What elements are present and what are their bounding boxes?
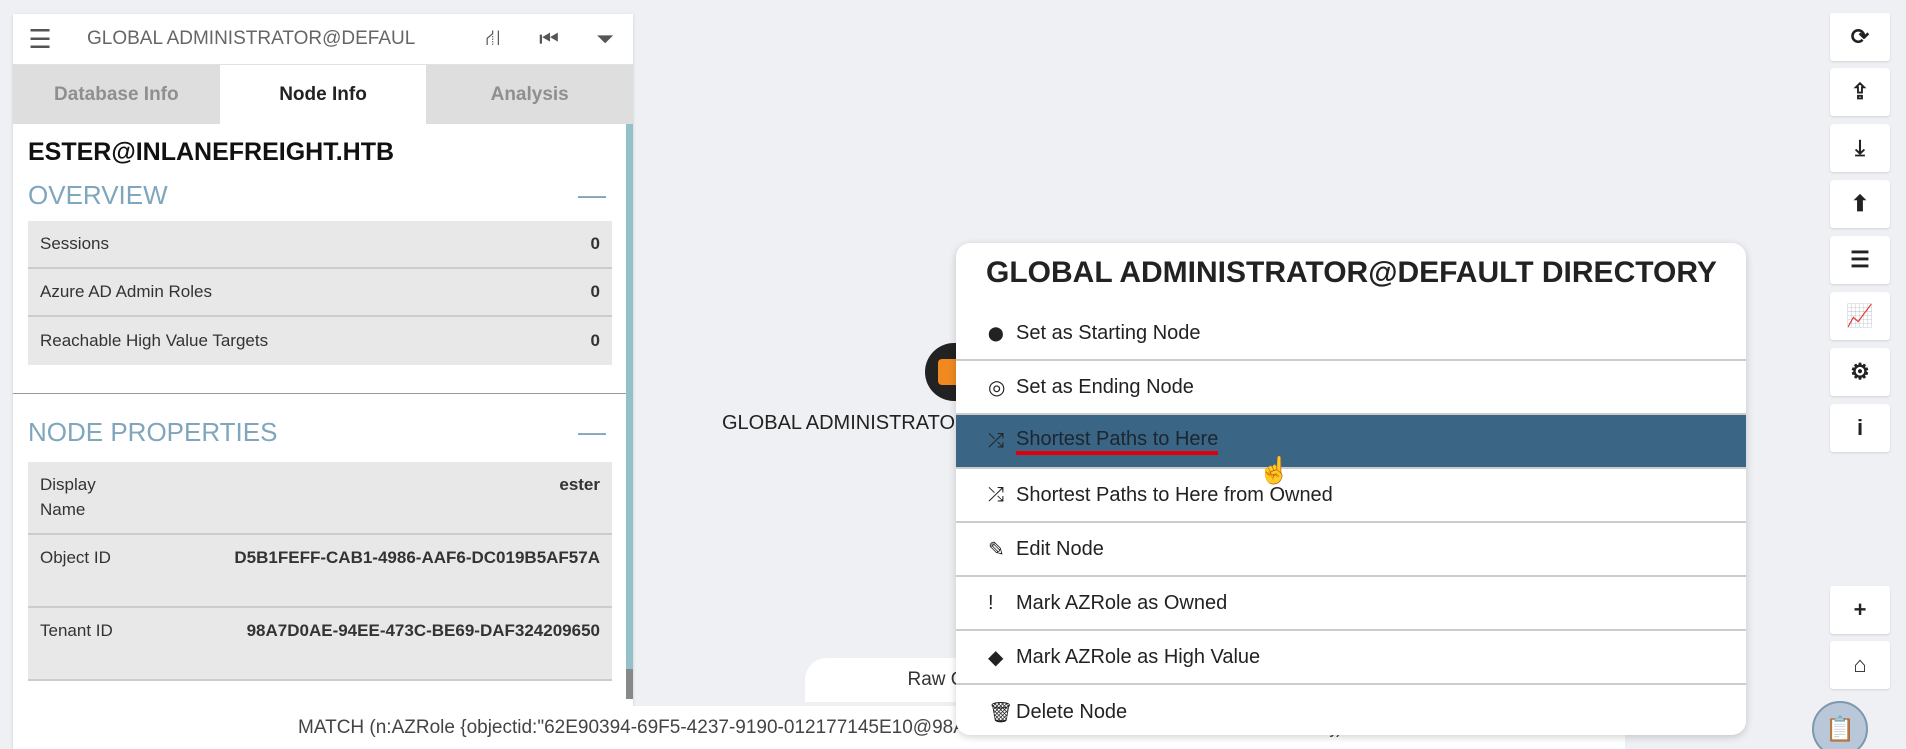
node-info-content: ESTER@INLANEFREIGHT.HTB OVERVIEW — Sessi… xyxy=(13,124,627,749)
menu-item-shortest-paths-to-here[interactable]: ⤮ Shortest Paths to Here xyxy=(956,415,1746,469)
hamburger-icon[interactable]: ☰ xyxy=(13,24,67,55)
node-name: ESTER@INLANEFREIGHT.HTB xyxy=(28,138,395,166)
refresh-icon[interactable]: ⟳ xyxy=(1830,13,1890,61)
gem-icon: ◆ xyxy=(988,646,1004,669)
node-properties-header[interactable]: NODE PROPERTIES — xyxy=(28,412,612,452)
graph-node-label: GLOBAL ADMINISTRATO xyxy=(722,412,956,434)
filter-icon[interactable]: ⏷ xyxy=(577,26,633,52)
menu-item-set-starting-node[interactable]: ⬤ Set as Starting Node xyxy=(956,307,1746,361)
panel-scrollbar[interactable] xyxy=(626,124,633,699)
node-context-menu: GLOBAL ADMINISTRATOR@DEFAULT DIRECTORY ⬤… xyxy=(956,243,1746,735)
download-icon[interactable]: ⤓ xyxy=(1830,124,1890,172)
road-icon[interactable]: ⛙ xyxy=(465,25,521,54)
overview-row-high-value-targets[interactable]: Reachable High Value Targets 0 xyxy=(28,317,612,365)
collapse-icon[interactable]: — xyxy=(578,416,612,448)
upload-icon[interactable]: ⇪ xyxy=(1830,68,1890,116)
property-label: Tenant ID xyxy=(40,621,113,640)
shuffle-icon: ⤮ xyxy=(988,429,1004,452)
property-label: Display Name xyxy=(40,475,96,519)
menu-item-shortest-paths-from-owned[interactable]: ⤮ Shortest Paths to Here from Owned xyxy=(956,469,1746,523)
property-value: 98A7D0AE-94EE-473C-BE69-DAF324209650 xyxy=(246,621,600,640)
property-value: D5B1FEFF-CAB1-4986-AAF6-DC019B5AF57A xyxy=(234,548,600,567)
property-row-object-id: Object ID D5B1FEFF-CAB1-4986-AAF6-DC019B… xyxy=(28,535,612,608)
collapse-icon[interactable]: — xyxy=(578,179,612,211)
map-marker-icon: ⬤ xyxy=(988,324,1004,341)
overview-title: OVERVIEW xyxy=(28,179,168,210)
chart-icon[interactable]: 📈 xyxy=(1830,292,1890,340)
overview-row-admin-roles[interactable]: Azure AD Admin Roles 0 xyxy=(28,269,612,317)
bullseye-icon: ◎ xyxy=(988,376,1006,399)
property-row-display-name: Display Name ester xyxy=(28,462,612,535)
menu-item-label: Delete Node xyxy=(1016,700,1128,723)
menu-item-label: Set as Starting Node xyxy=(1016,321,1201,344)
info-icon[interactable]: i xyxy=(1830,404,1890,452)
exclamation-icon: ! xyxy=(988,591,994,614)
scrollbar-thumb[interactable] xyxy=(626,669,633,699)
row-label: Azure AD Admin Roles xyxy=(40,282,212,301)
menu-item-delete-node[interactable]: 🗑 Delete Node xyxy=(956,685,1746,735)
circle-up-icon[interactable]: ⬆ xyxy=(1830,180,1890,228)
property-label: Object ID xyxy=(40,548,111,567)
node-info-panel: ☰ GLOBAL ADMINISTRATOR@DEFAUL ⛙ ⏮ ⏷ Data… xyxy=(13,14,633,749)
menu-item-mark-high-value[interactable]: ◆ Mark AZRole as High Value xyxy=(956,631,1746,685)
cogs-icon[interactable]: ⚙ xyxy=(1830,348,1890,396)
menu-item-label: Shortest Paths to Here xyxy=(1016,427,1219,455)
properties-table: Display Name ester Object ID D5B1FEFF-CA… xyxy=(28,462,612,681)
tab-analysis[interactable]: Analysis xyxy=(426,65,633,124)
trash-icon: 🗑 xyxy=(988,701,1014,724)
menu-item-label: Set as Ending Node xyxy=(1016,375,1194,398)
search-input[interactable]: GLOBAL ADMINISTRATOR@DEFAUL xyxy=(67,28,465,50)
node-properties-title: NODE PROPERTIES xyxy=(28,416,278,447)
row-value: 0 xyxy=(590,331,600,350)
search-bar: ☰ GLOBAL ADMINISTRATOR@DEFAUL ⛙ ⏮ ⏷ xyxy=(13,14,633,65)
tasks-icon[interactable]: ☰ xyxy=(1830,236,1890,284)
step-backward-icon[interactable]: ⏮ xyxy=(521,26,577,52)
home-icon[interactable]: ⌂ xyxy=(1830,641,1890,689)
hand-cursor-icon: ☝ xyxy=(1258,455,1291,485)
zoom-in-icon[interactable]: + xyxy=(1830,586,1890,634)
menu-item-label: Mark AZRole as High Value xyxy=(1016,645,1261,668)
menu-item-mark-owned[interactable]: ! Mark AZRole as Owned xyxy=(956,577,1746,631)
property-row-tenant-id: Tenant ID 98A7D0AE-94EE-473C-BE69-DAF324… xyxy=(28,608,612,681)
shuffle-icon: ⤮ xyxy=(988,483,1004,506)
panel-tabs: Database Info Node Info Analysis xyxy=(13,65,633,124)
menu-item-label: Shortest Paths to Here from Owned xyxy=(1016,483,1333,506)
row-value: 0 xyxy=(590,234,600,253)
context-menu-title: GLOBAL ADMINISTRATOR@DEFAULT DIRECTORY xyxy=(986,256,1717,289)
menu-item-edit-node[interactable]: ✎ Edit Node xyxy=(956,523,1746,577)
menu-item-label: Edit Node xyxy=(1016,537,1104,560)
overview-header[interactable]: OVERVIEW — xyxy=(28,175,612,215)
menu-item-set-ending-node[interactable]: ◎ Set as Ending Node xyxy=(956,361,1746,415)
tab-database-info[interactable]: Database Info xyxy=(13,65,220,124)
edit-icon: ✎ xyxy=(988,538,1005,561)
row-value: 0 xyxy=(590,282,600,301)
row-label: Sessions xyxy=(40,234,109,253)
menu-item-label: Mark AZRole as Owned xyxy=(1016,591,1228,614)
tab-node-info[interactable]: Node Info xyxy=(219,65,427,124)
overview-row-sessions[interactable]: Sessions 0 xyxy=(28,221,612,269)
property-value: ester xyxy=(559,475,600,494)
overview-table: Sessions 0 Azure AD Admin Roles 0 Reacha… xyxy=(28,221,612,365)
clipboard-icon[interactable]: 📋 xyxy=(1812,701,1868,749)
section-divider xyxy=(13,393,627,394)
row-label: Reachable High Value Targets xyxy=(40,331,269,350)
